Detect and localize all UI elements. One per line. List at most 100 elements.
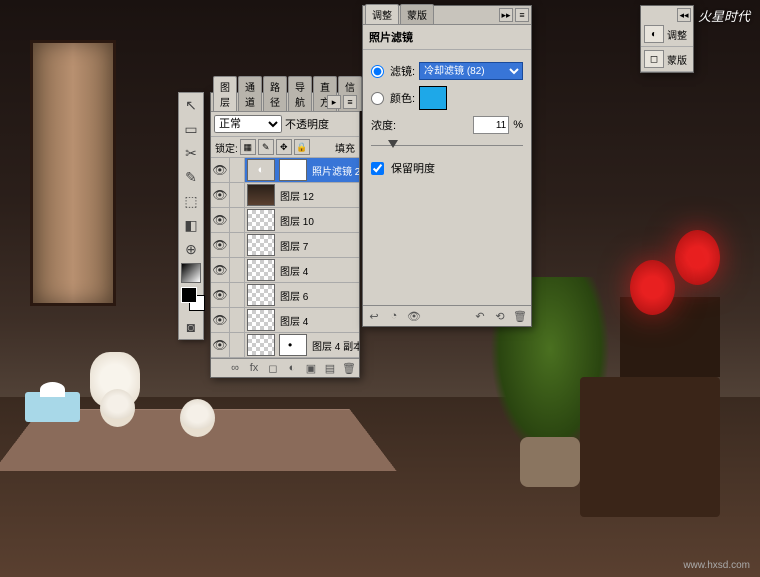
blend-mode-select[interactable]: 正常 [214,115,282,133]
adjust-footer: ↩ ◔ 👁 ↶ ⟲ 🗑 [363,305,531,326]
visibility-icon[interactable]: 👁 [211,233,230,257]
tool-button-3[interactable]: ✎ [179,165,203,189]
panel-collapse-icon[interactable]: ▸▸ [499,8,513,22]
layer-row[interactable]: 👁 图层 4 [211,308,359,333]
density-label: 浓度: [371,117,396,133]
new-layer-icon[interactable]: ▤ [322,361,338,375]
layer-row[interactable]: 👁 图层 10 [211,208,359,233]
visibility-icon[interactable]: 👁 [211,308,230,332]
panel-collapse-icon[interactable]: ◂◂ [677,8,691,22]
gradient-swatch[interactable] [181,263,201,283]
layer-row[interactable]: 👁 ◐ 照片滤镜 2 [211,158,359,183]
lock-move-icon[interactable]: ✥ [276,139,292,155]
visibility-icon[interactable]: 👁 [211,283,230,307]
tab-adjust[interactable]: 调整 [365,4,399,24]
layer-link-slot[interactable] [230,233,245,257]
layer-name[interactable]: 图层 12 [277,188,359,203]
layer-name[interactable]: 图层 4 [277,263,359,278]
layer-row[interactable]: 👁 图层 4 副本 [211,333,359,358]
layer-link-slot[interactable] [230,158,245,182]
adjustment-layer-icon[interactable]: ◐ [284,361,300,375]
layer-link-slot[interactable] [230,208,245,232]
layer-mask-icon[interactable]: ◻ [265,361,281,375]
panel-menu-icon[interactable]: ≡ [515,8,529,22]
color-swatches[interactable] [179,285,203,315]
strip-item-蒙版[interactable]: ◻蒙版 [641,47,693,72]
layer-row[interactable]: 👁 图层 4 [211,258,359,283]
layer-row[interactable]: 👁 图层 12 [211,183,359,208]
filter-select[interactable]: 冷却滤镜 (82) [419,62,523,80]
quickmask-button[interactable]: ◙ [179,315,203,339]
tab-导航[interactable]: 导航 [288,76,312,111]
slider-thumb[interactable] [388,140,398,148]
visibility-icon[interactable]: 👁 [407,309,421,323]
layer-name[interactable]: 图层 7 [277,238,359,253]
layer-link-slot[interactable] [230,283,245,307]
layer-link-slot[interactable] [230,308,245,332]
tool-button-4[interactable]: ⬚ [179,189,203,213]
layer-group-icon[interactable]: ▣ [303,361,319,375]
clip-icon[interactable]: ◔ [387,309,401,323]
return-icon[interactable]: ↩ [367,309,381,323]
visibility-icon[interactable]: 👁 [211,208,230,232]
color-row: 颜色: [371,86,523,110]
tool-button-0[interactable]: ↖ [179,93,203,117]
tissue-box [25,392,80,422]
lock-transparent-icon[interactable]: ▦ [240,139,256,155]
previous-state-icon[interactable]: ↶ [473,309,487,323]
visibility-icon[interactable]: 👁 [211,158,230,182]
tool-button-5[interactable]: ◧ [179,213,203,237]
tab-路径[interactable]: 路径 [263,76,287,111]
layer-row[interactable]: 👁 图层 6 [211,283,359,308]
lock-all-icon[interactable]: 🔒 [294,139,310,155]
density-input[interactable] [473,116,509,134]
density-slider[interactable] [371,140,523,152]
visibility-icon[interactable]: 👁 [211,183,230,207]
panel-menu-icon[interactable]: ≡ [343,95,357,109]
watermark-bottom: www.hxsd.com [683,560,750,571]
tool-button-1[interactable]: ▭ [179,117,203,141]
visibility-icon[interactable]: 👁 [211,333,230,357]
delete-layer-icon[interactable]: 🗑 [341,361,357,375]
tool-button-6[interactable]: ⊕ [179,237,203,261]
tab-通道[interactable]: 通道 [238,76,262,111]
adjustments-panel: 调整 蒙版 ▸▸ ≡ 照片滤镜 滤镜: 冷却滤镜 (82) 颜色: 浓度: % … [362,5,532,327]
preserve-checkbox[interactable] [371,162,384,175]
layer-fx-icon[interactable]: fx [246,361,262,375]
strip-item-调整[interactable]: ◐调整 [641,22,693,47]
adjustment-thumb: ◐ [247,159,275,181]
layer-thumb [247,234,275,256]
tool-button-2[interactable]: ✂ [179,141,203,165]
visibility-icon[interactable]: 👁 [211,258,230,282]
layer-name[interactable]: 图层 4 [277,313,359,328]
layer-name[interactable]: 图层 10 [277,213,359,228]
strip-label: 调整 [667,27,687,42]
adjustment-body: 滤镜: 冷却滤镜 (82) 颜色: 浓度: % 保留明度 [363,50,531,188]
layer-link-slot[interactable] [230,183,245,207]
layer-link-slot[interactable] [230,333,245,357]
delete-adjust-icon[interactable]: 🗑 [513,309,527,323]
layer-name[interactable]: 图层 6 [277,288,359,303]
layer-list: 👁 ◐ 照片滤镜 2 👁 图层 12 👁 图层 10 👁 图层 7 👁 图层 4 👁 图层 6 👁 图层 4… [211,158,359,358]
density-unit: % [513,119,523,131]
layer-link-slot[interactable] [230,258,245,282]
layer-name[interactable]: 图层 4 副本 [309,338,359,353]
color-swatch[interactable] [419,86,447,110]
layers-panel: 图层通道路径导航直方信息 ▸ ≡ 正常 不透明度 锁定: ▦ ✎ ✥ 🔒 填充 … [210,92,360,378]
link-layers-icon[interactable]: ∞ [227,361,243,375]
layer-row[interactable]: 👁 图层 7 [211,233,359,258]
mask-thumb [279,334,307,356]
layer-name[interactable]: 照片滤镜 2 [309,163,359,178]
layers-lock-row: 锁定: ▦ ✎ ✥ 🔒 填充 [211,137,359,158]
filter-radio[interactable] [371,65,384,78]
color-radio[interactable] [371,92,384,105]
layer-thumb [247,334,275,356]
foreground-color[interactable] [181,287,197,303]
lock-paint-icon[interactable]: ✎ [258,139,274,155]
tab-mask[interactable]: 蒙版 [400,4,434,24]
reset-icon[interactable]: ⟲ [493,309,507,323]
right-strip-panel: ◂◂ ◐调整◻蒙版 [640,5,694,73]
tab-图层[interactable]: 图层 [213,76,237,111]
adjustment-title: 照片滤镜 [363,25,531,50]
panel-collapse-icon[interactable]: ▸ [327,95,341,109]
